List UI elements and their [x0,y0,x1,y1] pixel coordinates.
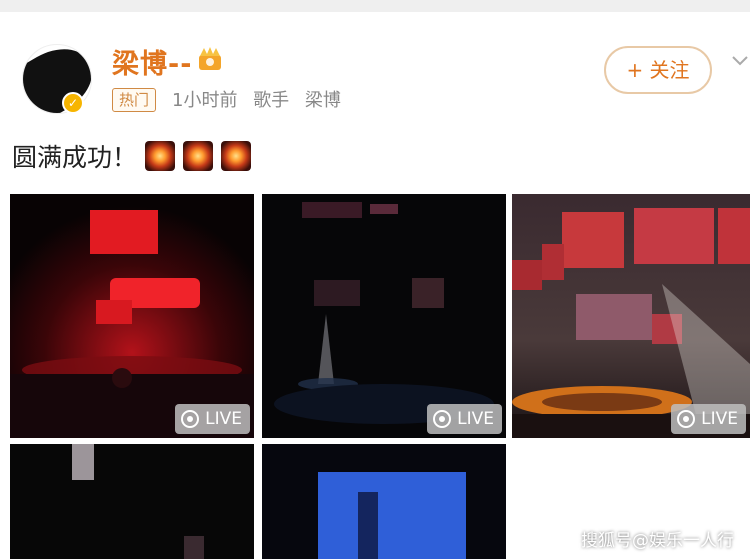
photo-4[interactable] [10,444,254,559]
verified-badge-icon: ✓ [62,92,84,114]
follow-button[interactable]: + 关注 [604,46,712,94]
photo-3[interactable]: LIVE [512,194,750,438]
post-text: 圆满成功！ [12,138,252,174]
related-name[interactable]: 梁博 [305,90,341,111]
post-text-content: 圆满成功！ [12,143,138,172]
concert-photo [262,444,506,559]
concert-photo [512,194,750,438]
chevron-down-icon[interactable] [730,50,750,70]
username[interactable]: 梁博-- [112,42,192,81]
concert-photo [10,444,254,559]
live-badge: LIVE [671,404,746,434]
live-badge: LIVE [175,404,250,434]
top-divider [0,0,750,12]
live-icon [181,410,200,428]
photo-5[interactable] [262,444,506,559]
live-badge: LIVE [427,404,502,434]
live-icon [433,410,452,428]
firework-emoji-icon [183,141,214,171]
crown-icon [199,47,221,70]
concert-photo [10,194,254,438]
photo-2[interactable]: LIVE [262,194,506,438]
photo-1[interactable]: LIVE [10,194,254,438]
firework-emoji-icon [221,141,252,171]
firework-emoji-icon [145,141,176,171]
post-time: 1小时前 [172,90,238,111]
watermark: 搜狐号@娱乐一人行 [581,531,734,551]
live-icon [677,410,696,428]
user-category: 歌手 [253,90,290,111]
concert-photo [262,194,506,438]
hot-tag: 热门 [112,88,157,112]
post-meta: 1小时前 歌手 梁博 [172,86,351,112]
